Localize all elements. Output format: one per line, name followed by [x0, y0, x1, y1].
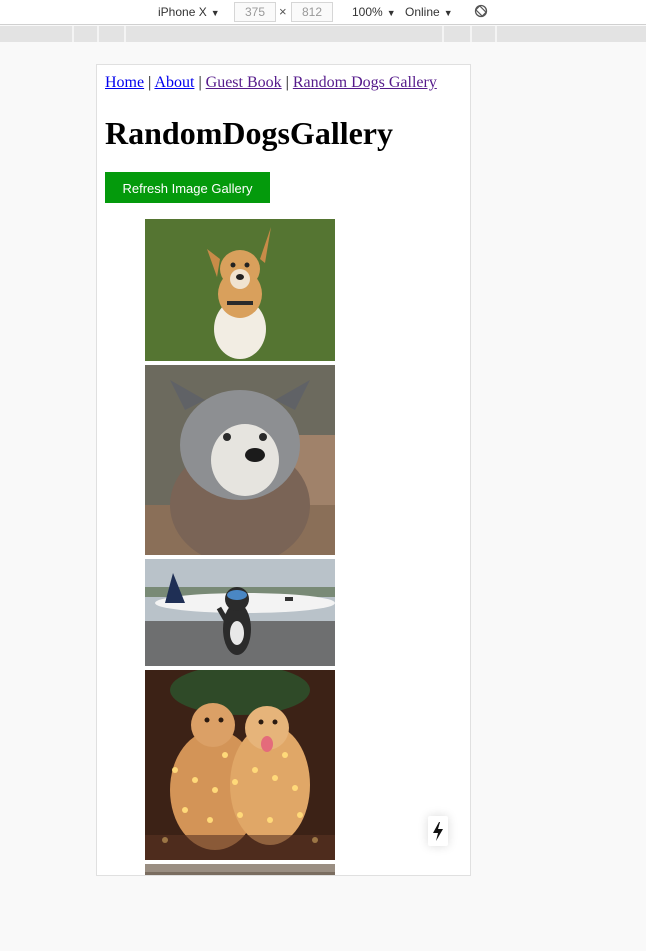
- ruler-divider: [495, 26, 497, 42]
- ruler-divider: [124, 26, 126, 42]
- device-toolbar: iPhone X ▼ 375 × 812 100% ▼ Online ▼: [0, 0, 646, 25]
- nav-bar: Home | About | Guest Book | Random Dogs …: [105, 73, 462, 93]
- lightning-icon: [433, 822, 443, 841]
- zoom-select[interactable]: 100% ▼: [352, 4, 396, 20]
- network-select[interactable]: Online ▼: [405, 4, 453, 20]
- times-icon: ×: [279, 4, 287, 19]
- chevron-down-icon: ▼: [210, 8, 220, 18]
- ruler-divider: [470, 26, 472, 42]
- device-viewport: Home | About | Guest Book | Random Dogs …: [96, 64, 471, 876]
- nav-link-random-dogs-gallery[interactable]: Random Dogs Gallery: [293, 74, 437, 91]
- device-name: iPhone X: [158, 5, 207, 19]
- rotate-icon[interactable]: [474, 4, 488, 18]
- nav-separator: |: [148, 74, 152, 91]
- image-gallery: [145, 219, 335, 875]
- dog-photo-husky-on-wood: [145, 365, 335, 555]
- dog-photo-partial: [145, 864, 335, 875]
- nav-link-home[interactable]: Home: [105, 74, 144, 91]
- lightning-button[interactable]: [428, 816, 448, 846]
- nav-separator: |: [285, 74, 289, 91]
- nav-link-guest-book[interactable]: Guest Book: [206, 74, 282, 91]
- width-input[interactable]: 375: [234, 2, 276, 22]
- chevron-down-icon: ▼: [386, 8, 396, 18]
- ruler-divider: [72, 26, 74, 42]
- nav-separator: |: [198, 74, 202, 91]
- ruler-divider: [442, 26, 444, 42]
- chevron-down-icon: ▼: [443, 8, 453, 18]
- dog-photo-golden-retrievers-lights: [145, 670, 335, 860]
- zoom-value: 100%: [352, 5, 383, 19]
- dog-photo-tan-on-grass: [145, 219, 335, 361]
- network-value: Online: [405, 5, 440, 19]
- height-input[interactable]: 812: [291, 2, 333, 22]
- dog-photo-husky-with-airplane: [145, 559, 335, 666]
- nav-link-about[interactable]: About: [154, 74, 194, 91]
- ruler-divider: [97, 26, 99, 42]
- media-query-bar[interactable]: [0, 26, 646, 42]
- refresh-gallery-button[interactable]: Refresh Image Gallery: [105, 172, 270, 203]
- device-select[interactable]: iPhone X ▼: [158, 4, 220, 20]
- page-title: RandomDogsGallery: [105, 115, 393, 151]
- page-content: Home | About | Guest Book | Random Dogs …: [97, 65, 470, 875]
